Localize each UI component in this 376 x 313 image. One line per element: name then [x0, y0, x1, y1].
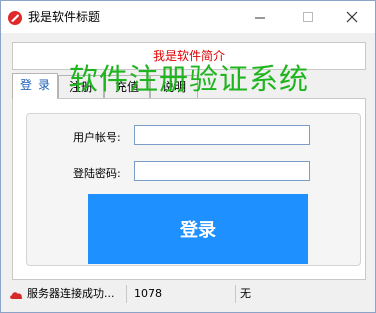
- tab-panel: 用户帐号: 登陆密码: 登录: [12, 98, 366, 280]
- tab-login-label: 登录: [19, 78, 56, 92]
- close-icon: [346, 11, 358, 23]
- login-button[interactable]: 登录: [88, 194, 308, 264]
- status-bar: 服务器连接成功... 1078 无: [5, 284, 371, 304]
- status-message: 服务器连接成功...: [27, 287, 115, 300]
- account-input[interactable]: [134, 125, 310, 145]
- status-extra-cell: 无: [237, 285, 371, 303]
- maximize-button[interactable]: [285, 1, 331, 33]
- login-form: 用户帐号: 登陆密码: 登录: [26, 113, 361, 266]
- minimize-button[interactable]: [237, 1, 283, 33]
- window-title: 我是软件标题: [28, 10, 101, 24]
- minimize-icon: [254, 17, 265, 18]
- tab-login[interactable]: 登录: [12, 73, 58, 99]
- app-icon: [8, 11, 22, 25]
- status-code: 1078: [134, 287, 162, 300]
- account-label: 用户帐号:: [73, 131, 121, 144]
- title-bar[interactable]: 我是软件标题: [1, 1, 375, 33]
- status-code-cell: 1078: [128, 285, 236, 303]
- cloud-icon: [10, 292, 23, 299]
- close-button[interactable]: [329, 1, 375, 33]
- password-label: 登陆密码:: [73, 167, 121, 180]
- overlay-heading: 软件注册验证系统: [69, 62, 310, 96]
- password-input[interactable]: [134, 161, 310, 181]
- maximize-icon: [302, 11, 313, 22]
- status-extra: 无: [240, 287, 251, 300]
- status-message-cell: 服务器连接成功...: [5, 285, 127, 303]
- app-window: 我是软件标题 我是软件简介 登录 注册 充值 说明 用户帐号: 登陆密码: 登录…: [0, 0, 376, 313]
